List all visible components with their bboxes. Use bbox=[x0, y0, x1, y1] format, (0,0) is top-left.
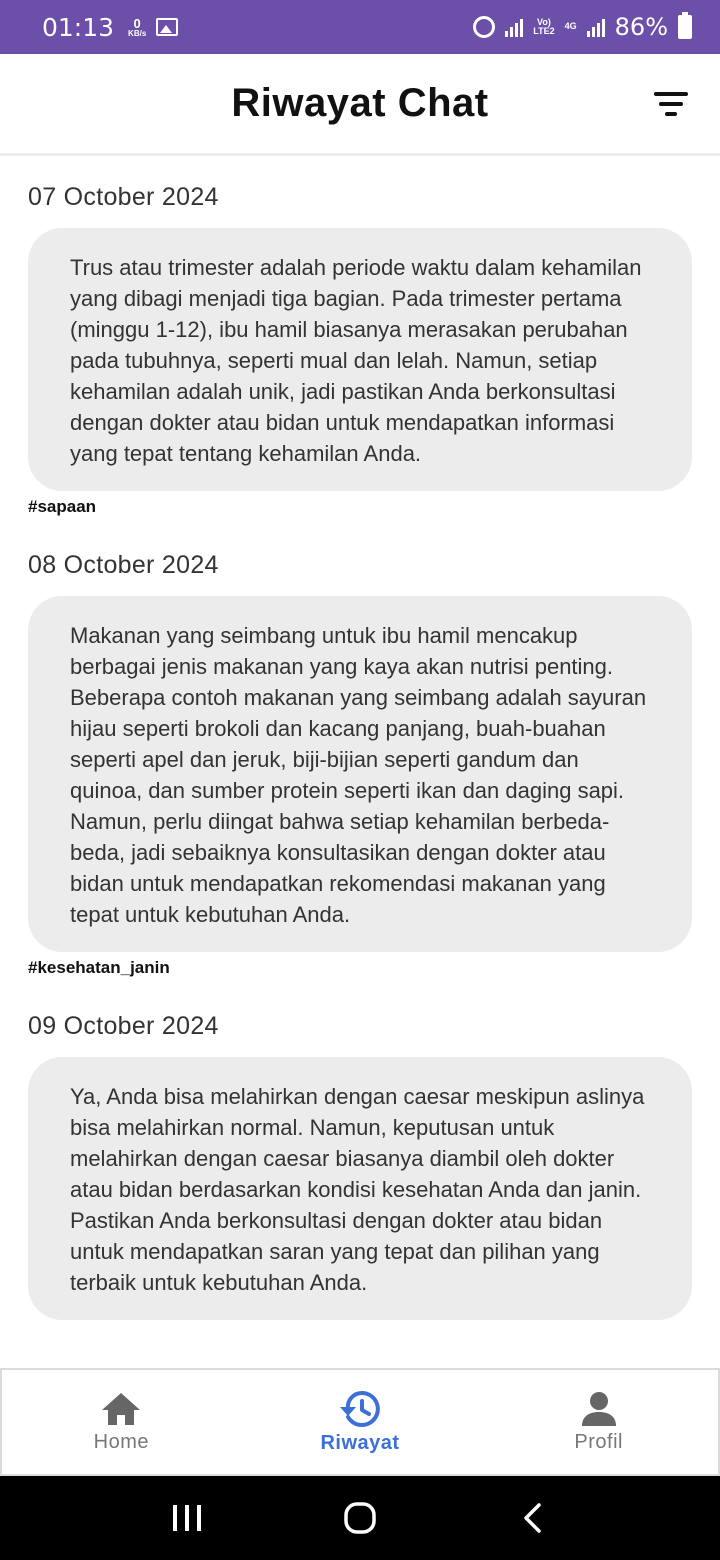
network-type: Vo) LTE2 bbox=[533, 17, 555, 37]
back-button[interactable] bbox=[503, 1488, 563, 1548]
home-icon bbox=[102, 1392, 141, 1425]
status-right: Vo) LTE2 4G 86% bbox=[473, 12, 692, 41]
chat-date: 08 October 2024 bbox=[28, 551, 219, 579]
home-circle-icon bbox=[344, 1502, 376, 1534]
chat-history-item[interactable]: 07 October 2024 Trus atau trimester adal… bbox=[28, 183, 692, 517]
status-left: 01:13 0 KB/s bbox=[42, 12, 179, 42]
battery-icon bbox=[678, 12, 692, 39]
app-bar: Riwayat Chat bbox=[0, 54, 720, 156]
recent-apps-icon bbox=[172, 1505, 201, 1531]
recent-apps-button[interactable] bbox=[157, 1488, 217, 1548]
page-title: Riwayat Chat bbox=[231, 81, 489, 125]
chat-history-item[interactable]: 08 October 2024 Makanan yang seimbang un… bbox=[28, 551, 692, 978]
image-notification-icon bbox=[156, 18, 179, 36]
chat-date: 07 October 2024 bbox=[28, 183, 219, 211]
nav-item-riwayat[interactable]: Riwayat bbox=[241, 1370, 480, 1474]
alarm-icon bbox=[473, 16, 496, 38]
chat-message-bubble[interactable]: Trus atau trimester adalah periode waktu… bbox=[28, 228, 692, 491]
chat-date: 09 October 2024 bbox=[28, 1012, 219, 1040]
nav-label-riwayat: Riwayat bbox=[320, 1431, 400, 1454]
filter-list-icon[interactable] bbox=[654, 92, 688, 118]
signal-icon-2 bbox=[586, 17, 605, 37]
nav-item-home[interactable]: Home bbox=[2, 1370, 241, 1474]
network-speed-value: 0 bbox=[133, 15, 141, 31]
nav-item-profil[interactable]: Profil bbox=[479, 1370, 718, 1474]
back-chevron-icon bbox=[524, 1503, 542, 1533]
network-lte: LTE2 bbox=[533, 26, 555, 36]
nav-label-home: Home bbox=[93, 1430, 150, 1453]
bottom-navigation: Home Riwayat Profil bbox=[0, 1368, 720, 1476]
network-speed-unit: KB/s bbox=[128, 28, 147, 38]
chat-history-item[interactable]: 09 October 2024 Ya, Anda bisa melahirkan… bbox=[28, 1012, 692, 1320]
status-bar: 01:13 0 KB/s Vo) LTE2 4G 86% bbox=[0, 0, 720, 54]
chat-message-bubble[interactable]: Ya, Anda bisa melahirkan dengan caesar m… bbox=[28, 1057, 692, 1320]
chat-tag: #kesehatan_janin bbox=[28, 958, 170, 977]
chat-history-list[interactable]: 07 October 2024 Trus atau trimester adal… bbox=[0, 159, 720, 1368]
system-navigation-bar bbox=[0, 1476, 720, 1560]
battery-percentage: 86% bbox=[614, 13, 668, 41]
history-icon bbox=[340, 1390, 380, 1427]
signal-icon bbox=[505, 17, 524, 37]
person-icon bbox=[581, 1391, 616, 1426]
chat-tag: #sapaan bbox=[28, 497, 97, 516]
home-system-button[interactable] bbox=[330, 1488, 390, 1548]
status-time: 01:13 bbox=[42, 12, 115, 42]
nav-label-profil: Profil bbox=[574, 1430, 623, 1453]
network-gen: 4G bbox=[564, 21, 577, 32]
network-speed: 0 KB/s bbox=[128, 17, 146, 38]
chat-message-bubble[interactable]: Makanan yang seimbang untuk ibu hamil me… bbox=[28, 596, 692, 952]
